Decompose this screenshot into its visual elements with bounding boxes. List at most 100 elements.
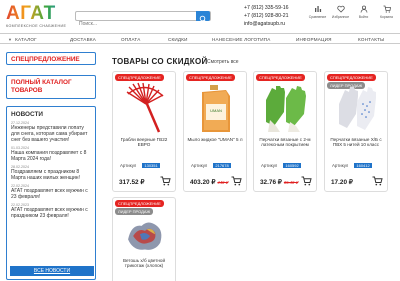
news-text: Наша компания поздравляет с 8 Марта 2024… (11, 150, 87, 162)
section-title: ТОВАРЫ СО СКИДКОЙ (112, 57, 208, 66)
header-icons: Сравнение Избранное Войти Корзина (306, 5, 398, 19)
product-name[interactable]: Ветошь х/б цветной трикотаж (хлопок) (115, 258, 173, 269)
product-card[interactable]: СПЕЦПРЕДЛОЖЕНИЕ ЛИДЕР ПРОДАЖ Ветошь х/б … (112, 197, 176, 281)
article-number: 160412 (354, 163, 372, 168)
article-label: Артикул (261, 163, 278, 168)
news-text: Инженеры представили лопату для снега, к… (11, 125, 88, 143)
see-all-link[interactable]: Смотреть все (207, 59, 239, 65)
article-number: 160592 (283, 163, 301, 168)
product-card[interactable]: СПЕЦПРЕДЛОЖЕНИЕ UMAN Мыло жидкое "UMAN" … (183, 71, 247, 192)
main-nav: ▼ КАТАЛОГ ДОСТАВКА ОПЛАТА СКИДКИ НАНЕСЕНИ… (0, 33, 400, 44)
nav-delivery[interactable]: ДОСТАВКА (70, 37, 96, 42)
product-name[interactable]: Перчатки вязаные с 2-м латексным покрыти… (256, 137, 314, 148)
news-text: АГАТ поздравляет всех мужчин с празднико… (11, 207, 88, 219)
contacts: +7 (812) 335-59-16 +7 (812) 928-80-21 in… (244, 4, 289, 28)
article-number: 130351 (142, 163, 160, 168)
nav-catalog[interactable]: ▼ КАТАЛОГ (8, 37, 37, 42)
cart-button[interactable]: Корзина (375, 5, 398, 19)
news-title: НОВОСТИ (11, 111, 43, 118)
product-card[interactable]: СПЕЦПРЕДЛОЖЕНИЕ Грабли веерные ГВ22 ЕВРО… (112, 71, 176, 192)
price: 32.76 ₽36.40 ₽ (260, 178, 298, 186)
product-name[interactable]: Перчатки вязаные Х/Б с ПВХ 5 нитей 10 кл… (327, 137, 385, 148)
nav-catalog-label: КАТАЛОГ (15, 37, 37, 42)
cart-icon (383, 5, 391, 13)
article-label: Артикул (191, 163, 208, 168)
special-offer-badge: СПЕЦПРЕДЛОЖЕНИЕ (186, 74, 235, 81)
news-item[interactable]: 27.12.2024 Инженеры представили лопату д… (7, 120, 95, 145)
add-to-cart-icon[interactable] (372, 176, 383, 186)
special-offer-badge: СПЕЦПРЕДЛОЖЕНИЕ (115, 200, 164, 207)
add-to-cart-icon[interactable] (231, 176, 242, 186)
news-item[interactable]: 01.03.2024 Наша компания поздравляет с 8… (7, 145, 95, 164)
article: Артикул 130351 (120, 163, 160, 168)
news-panel: НОВОСТИ 27.12.2024 Инженеры представили … (6, 106, 96, 280)
product-card[interactable]: СПЕЦПРЕДЛОЖЕНИЕ ЛИДЕР ПРОДАЖ Перчатки вя… (324, 71, 388, 192)
svg-text:UMAN: UMAN (210, 108, 222, 113)
compare-button[interactable]: Сравнение (306, 5, 329, 19)
product-name[interactable]: Мыло жидкое "UMAN" 5 л (186, 137, 244, 142)
favorites-button[interactable]: Избранное (329, 5, 352, 19)
add-to-cart-icon[interactable] (301, 176, 312, 186)
special-offer-badge: СПЕЦПРЕДЛОЖЕНИЕ (327, 74, 376, 81)
cart-label: Корзина (380, 15, 393, 19)
page: АГАТ КОМПЛЕКСНОЕ СНАБЖЕНИЕ +7 (812) 335-… (0, 0, 400, 281)
price-value: 317.52 ₽ (119, 179, 145, 186)
nav-logo-printing[interactable]: НАНЕСЕНИЕ ЛОГОТИПА (212, 37, 271, 42)
sidebar-special-offer[interactable]: СПЕЦПРЕДЛОЖЕНИЕ (6, 52, 96, 65)
rake-image (126, 82, 164, 133)
product-name[interactable]: Грабли веерные ГВ22 ЕВРО (115, 137, 173, 148)
news-text: АГАТ поздравляет всех мужчин с 23 феврал… (11, 188, 88, 200)
chevron-down-icon: ▼ (8, 37, 13, 42)
article: Артикул 160412 (332, 163, 372, 168)
phone-1[interactable]: +7 (812) 335-59-16 (244, 4, 289, 12)
logo-word: АГАТ (6, 4, 66, 23)
old-price: 36.40 ₽ (283, 180, 299, 185)
price: 17.20 ₽ (331, 178, 353, 186)
old-price: 448 ₽ (217, 180, 229, 185)
news-item[interactable]: 22.02.2024 АГАТ поздравляет всех мужчин … (7, 183, 95, 202)
article-label: Артикул (120, 163, 137, 168)
price-value: 403.20 ₽ (190, 179, 216, 186)
nav-information[interactable]: ИНФОРМАЦИЯ (296, 37, 332, 42)
header: АГАТ КОМПЛЕКСНОЕ СНАБЖЕНИЕ +7 (812) 335-… (0, 0, 400, 32)
login-label: Войти (358, 15, 369, 19)
latex-gloves-image (266, 86, 306, 132)
article-number: 217678 (213, 163, 231, 168)
knitted-gloves-image (339, 87, 376, 130)
nav-contacts[interactable]: КОНТАКТЫ (358, 37, 384, 42)
search-box (75, 11, 211, 28)
article-label: Артикул (332, 163, 349, 168)
nav-discounts[interactable]: СКИДКИ (168, 37, 188, 42)
news-item[interactable]: 22.02.2023 АГАТ поздравляет всех мужчин … (7, 202, 95, 221)
login-button[interactable]: Войти (352, 5, 375, 19)
nav-payment[interactable]: ОПЛАТА (121, 37, 141, 42)
product-card[interactable]: СПЕЦПРЕДЛОЖЕНИЕ Перчатки вязаные с 2-м л… (253, 71, 317, 192)
price: 317.52 ₽ (119, 178, 144, 186)
news-item[interactable]: 28.02.2024 Поздравляем с праздником 8 Ма… (7, 164, 95, 183)
search-button[interactable] (196, 11, 210, 23)
search-icon (199, 15, 207, 23)
price-value: 17.20 ₽ (331, 179, 353, 186)
special-offer-badge: СПЕЦПРЕДЛОЖЕНИЕ (256, 74, 305, 81)
email[interactable]: info@agatsupb.ru (244, 20, 289, 28)
article: Артикул 160592 (261, 163, 301, 168)
liquid-soap-canister-image: UMAN (202, 85, 230, 132)
phone-2[interactable]: +7 (812) 928-80-21 (244, 12, 289, 20)
rags-image (128, 222, 162, 250)
user-icon (360, 5, 367, 13)
search-input[interactable] (76, 20, 194, 28)
price-value: 32.76 ₽ (260, 179, 282, 186)
sidebar-full-catalog[interactable]: ПОЛНЫЙ КАТАЛОГ ТОВАРОВ (6, 75, 96, 99)
news-text: Поздравляем с праздником 8 Марта наших м… (11, 169, 80, 181)
logo[interactable]: АГАТ КОМПЛЕКСНОЕ СНАБЖЕНИЕ (6, 4, 67, 28)
price: 403.20 ₽448 ₽ (190, 178, 228, 186)
logo-subtitle: КОМПЛЕКСНОЕ СНАБЖЕНИЕ (6, 24, 67, 28)
special-offer-label: СПЕЦПРЕДЛОЖЕНИЕ (11, 56, 80, 63)
favorites-icon (336, 5, 345, 13)
favorites-label: Избранное (331, 15, 350, 19)
compare-label: Сравнение (308, 15, 327, 19)
all-news-button[interactable]: ВСЕ НОВОСТИ (10, 266, 94, 276)
full-catalog-label: ПОЛНЫЙ КАТАЛОГ ТОВАРОВ (11, 79, 72, 94)
special-offer-badge: СПЕЦПРЕДЛОЖЕНИЕ (115, 74, 164, 81)
add-to-cart-icon[interactable] (160, 176, 171, 186)
